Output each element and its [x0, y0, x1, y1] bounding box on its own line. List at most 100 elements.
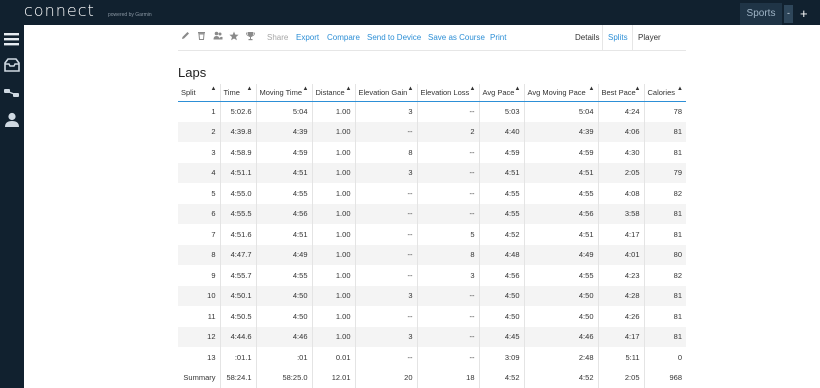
trophy-icon[interactable]	[246, 31, 256, 43]
print-link[interactable]: Print	[490, 33, 506, 42]
share-link[interactable]: Share	[267, 33, 288, 42]
sports-dropdown-button[interactable]: -	[784, 5, 793, 23]
lap-cell: 4:39.8	[220, 121, 257, 142]
lap-cell: 4:08	[598, 183, 645, 204]
sort-icon[interactable]: ▲	[635, 86, 641, 92]
star-icon[interactable]	[229, 31, 239, 43]
lap-cell: 1.00	[312, 183, 356, 204]
lap-cell: 2	[178, 121, 221, 142]
summary-cell: 4:52	[479, 367, 525, 388]
sort-icon[interactable]: ▲	[515, 86, 521, 92]
lap-cell: 4:23	[598, 265, 645, 286]
compare-link[interactable]: Compare	[327, 33, 360, 42]
connect-logo[interactable]: connect	[24, 1, 95, 20]
lap-cell: 8	[417, 244, 480, 265]
lap-cell: 3	[355, 101, 418, 122]
lap-cell: 3	[178, 142, 221, 163]
lap-cell: --	[417, 306, 480, 327]
lap-cell: 4:50	[524, 285, 599, 306]
column-header[interactable]: Calories ▲	[644, 84, 686, 102]
sort-icon[interactable]: ▲	[408, 86, 414, 92]
lap-cell: --	[417, 162, 480, 183]
people-icon[interactable]	[213, 31, 223, 43]
tab-player[interactable]: Player	[638, 33, 661, 42]
sort-icon[interactable]: ▲	[677, 86, 683, 92]
summary-row: Summary 58:24.1 58:25.0 12.01 20 18 4:52 4:52 2:…	[178, 367, 686, 388]
lap-cell: 5:02.6	[220, 101, 257, 122]
column-header[interactable]: Avg Moving Pace ▲	[524, 84, 599, 102]
lap-cell: 4:55	[524, 183, 599, 204]
column-header[interactable]: Moving Time ▲	[256, 84, 313, 102]
lap-cell: 4:56	[256, 203, 313, 224]
lap-cell: 81	[673, 229, 682, 239]
lap-cell: 5:11	[598, 347, 645, 368]
inbox-icon[interactable]	[3, 58, 21, 74]
lap-cell: --	[355, 265, 418, 286]
column-header[interactable]: Time ▲	[220, 84, 257, 102]
lap-cell: --	[355, 224, 418, 245]
lap-cell: :01.1	[220, 347, 257, 368]
save-as-course-link[interactable]: Save as Course	[428, 33, 485, 42]
lap-cell: --	[417, 203, 480, 224]
lap-row: 4 4:51.1 4:51 1.00 3 -- 4:51 4:51 2:05 79	[178, 162, 686, 183]
lap-cell: 81	[644, 203, 686, 224]
sort-icon[interactable]: ▲	[470, 86, 476, 92]
sort-icon[interactable]: ▲	[211, 86, 217, 92]
summary-cell: 18	[417, 367, 480, 388]
lap-row: 10 4:50.1 4:50 1.00 3 -- 4:50 4:50 4:28 81	[178, 285, 686, 306]
lap-cell: 4:50.5	[220, 306, 257, 327]
lap-cell: --	[417, 142, 480, 163]
lap-cell: 4:55	[479, 183, 525, 204]
laps-table: Split ▲ Time ▲ Moving Time ▲ Distance ▲ Elev…	[178, 84, 686, 388]
lap-cell: --	[417, 347, 480, 368]
sort-icon[interactable]: ▲	[589, 86, 595, 92]
column-header[interactable]: Split ▲	[178, 84, 221, 102]
lap-cell: 4:59	[524, 142, 599, 163]
column-header[interactable]: Distance ▲	[312, 84, 356, 102]
tab-splits[interactable]: Splits	[608, 33, 628, 42]
lap-row: 12 4:44.6 4:46 1.00 3 -- 4:45 4:46 4:17 81	[178, 326, 686, 347]
menu-icon[interactable]	[3, 32, 21, 48]
lap-cell: 4:44.6	[220, 326, 257, 347]
tab-details[interactable]: Details	[575, 33, 599, 42]
lap-cell: 81	[673, 147, 682, 157]
send-to-device-link[interactable]: Send to Device	[367, 33, 421, 42]
export-link[interactable]: Export	[296, 33, 319, 42]
column-header[interactable]: Avg Pace ▲	[479, 84, 525, 102]
edit-icon[interactable]	[181, 31, 191, 43]
sort-icon[interactable]: ▲	[346, 86, 352, 92]
lap-row: 3 4:58.9 4:59 1.00 8 -- 4:59 4:59 4:30 81	[178, 142, 686, 163]
column-header[interactable]: Elevation Loss ▲	[417, 84, 480, 102]
lap-cell: 4:58.9	[220, 142, 257, 163]
column-header[interactable]: Best Pace ▲	[598, 84, 645, 102]
lap-cell: 4:50	[256, 306, 313, 327]
sports-button[interactable]: Sports	[740, 3, 782, 25]
connections-icon[interactable]	[3, 86, 21, 102]
lap-cell: 1.00	[312, 285, 356, 306]
lap-cell: 1.00	[312, 224, 356, 245]
summary-cell: 58:25.0	[256, 367, 313, 388]
lap-cell: 5:03	[479, 101, 525, 122]
lap-cell: 4:39	[256, 121, 313, 142]
lap-cell: 1	[178, 101, 221, 122]
lap-cell: 82	[673, 270, 682, 280]
add-button[interactable]: +	[800, 3, 808, 25]
lap-cell: 79	[644, 162, 686, 183]
lap-cell: 4:55	[256, 265, 313, 286]
lap-cell: 1.00	[312, 203, 356, 224]
sort-icon[interactable]: ▲	[247, 86, 253, 92]
column-header[interactable]: Elevation Gain ▲	[355, 84, 418, 102]
laps-body: 1 5:02.6 5:04 1.00 3 -- 5:03 5:04 4:24 78 2 4:39.8 4…	[178, 101, 686, 368]
lap-cell: 4:50	[524, 306, 599, 327]
lap-cell: --	[355, 347, 418, 368]
lap-cell: 4:56	[524, 203, 599, 224]
profile-icon[interactable]	[3, 112, 21, 128]
sort-icon[interactable]: ▲	[303, 86, 309, 92]
summary-cell: 12.01	[312, 367, 356, 388]
lap-cell: 1.00	[312, 265, 356, 286]
lap-cell: 4:51	[524, 224, 599, 245]
lap-cell: 10	[178, 285, 221, 306]
lap-cell: 4:56	[479, 265, 525, 286]
delete-icon[interactable]	[197, 31, 207, 43]
powered-by-label: powered by Garmin	[108, 12, 152, 18]
